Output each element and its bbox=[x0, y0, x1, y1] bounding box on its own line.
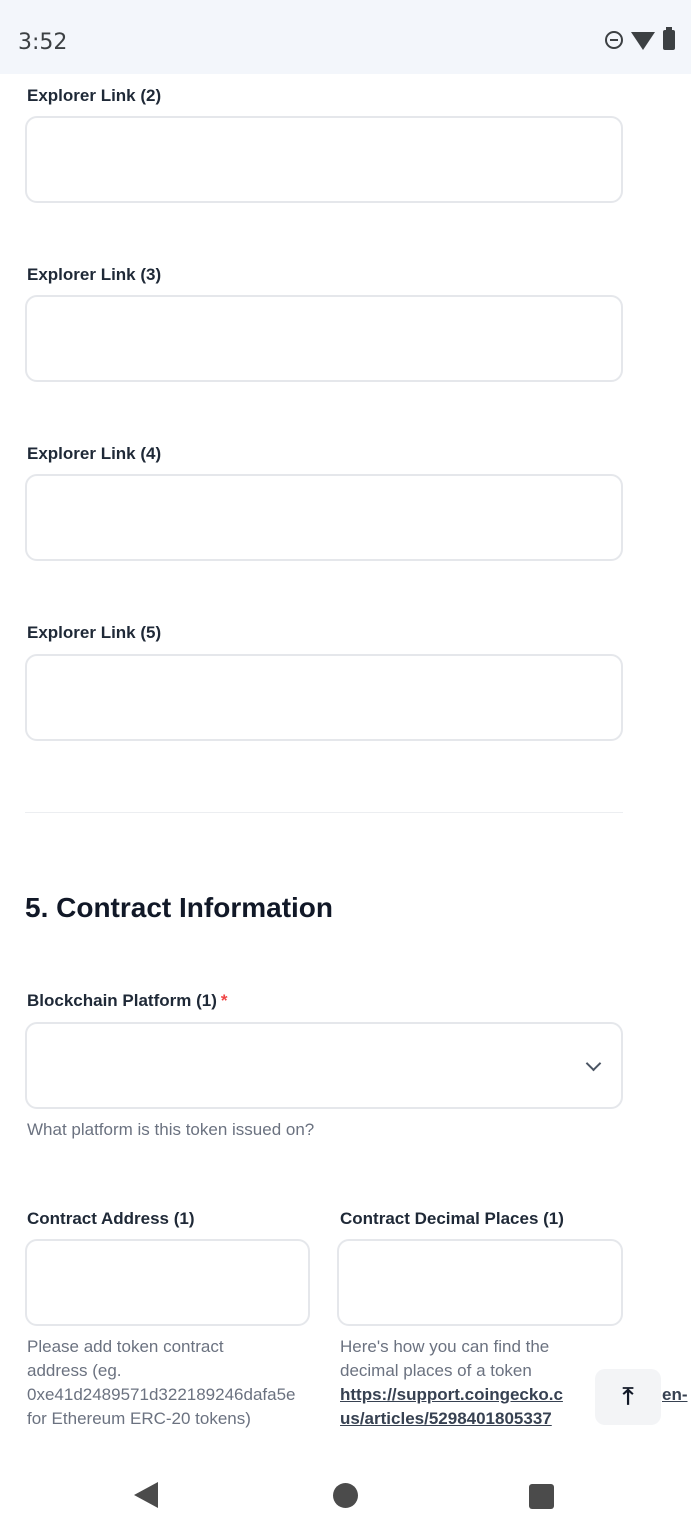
back-icon[interactable] bbox=[134, 1482, 158, 1508]
home-icon[interactable] bbox=[333, 1483, 358, 1508]
blockchain-platform-select[interactable] bbox=[25, 1022, 623, 1109]
explorer-link-2-label: Explorer Link (2) bbox=[27, 86, 162, 105]
status-icons bbox=[605, 27, 675, 50]
explorer-link-5-label: Explorer Link (5) bbox=[27, 623, 162, 642]
blockchain-platform-label-text: Blockchain Platform (1) bbox=[27, 991, 217, 1010]
decimal-places-link-tail: en- bbox=[662, 1383, 688, 1407]
navigation-bar bbox=[0, 1455, 691, 1536]
contract-address-help-line: address (eg. bbox=[27, 1361, 122, 1380]
blockchain-platform-label: Blockchain Platform (1) * bbox=[27, 991, 228, 1011]
explorer-link-3-input[interactable] bbox=[25, 295, 623, 382]
recents-icon[interactable] bbox=[529, 1484, 554, 1509]
contract-address-help-line: for Ethereum ERC-20 tokens) bbox=[27, 1409, 251, 1428]
status-bar: 3:52 bbox=[0, 0, 691, 74]
decimal-places-help-link[interactable]: https://support.coingecko.c bbox=[340, 1385, 563, 1404]
explorer-link-2-input[interactable] bbox=[25, 116, 623, 203]
do-not-disturb-icon bbox=[605, 31, 623, 49]
contract-decimal-places-label: Contract Decimal Places (1) bbox=[340, 1209, 564, 1228]
blockchain-platform-help: What platform is this token issued on? bbox=[27, 1120, 315, 1139]
chevron-down-icon bbox=[585, 1055, 602, 1072]
arrow-up-to-top-icon: ⤒ bbox=[622, 1383, 634, 1410]
contract-address-label: Contract Address (1) bbox=[27, 1209, 195, 1228]
explorer-link-3-label: Explorer Link (3) bbox=[27, 265, 162, 284]
section-divider bbox=[25, 812, 623, 813]
scroll-to-top-button[interactable]: ⤒ bbox=[595, 1369, 661, 1425]
wifi-icon bbox=[631, 32, 655, 50]
contract-address-help: Please add token contract address (eg. 0… bbox=[27, 1335, 327, 1431]
decimal-places-help-line: Here's how you can find the bbox=[340, 1337, 550, 1356]
contract-address-help-line: 0xe41d2489571d322189246dafa5e bbox=[27, 1385, 296, 1404]
contract-address-help-line: Please add token contract bbox=[27, 1337, 224, 1356]
explorer-link-4-label: Explorer Link (4) bbox=[27, 444, 162, 463]
status-time: 3:52 bbox=[18, 30, 68, 55]
battery-icon bbox=[663, 27, 675, 50]
decimal-places-help-link-continued[interactable]: us/articles/5298401805337 bbox=[340, 1409, 552, 1428]
contract-address-input[interactable] bbox=[25, 1239, 310, 1326]
contract-decimal-places-input[interactable] bbox=[337, 1239, 623, 1326]
required-asterisk: * bbox=[220, 991, 228, 1010]
explorer-link-4-input[interactable] bbox=[25, 474, 623, 561]
decimal-places-help-link-tail[interactable]: en- bbox=[662, 1385, 688, 1404]
section-title: 5. Contract Information bbox=[25, 892, 334, 923]
explorer-link-5-input[interactable] bbox=[25, 654, 623, 741]
